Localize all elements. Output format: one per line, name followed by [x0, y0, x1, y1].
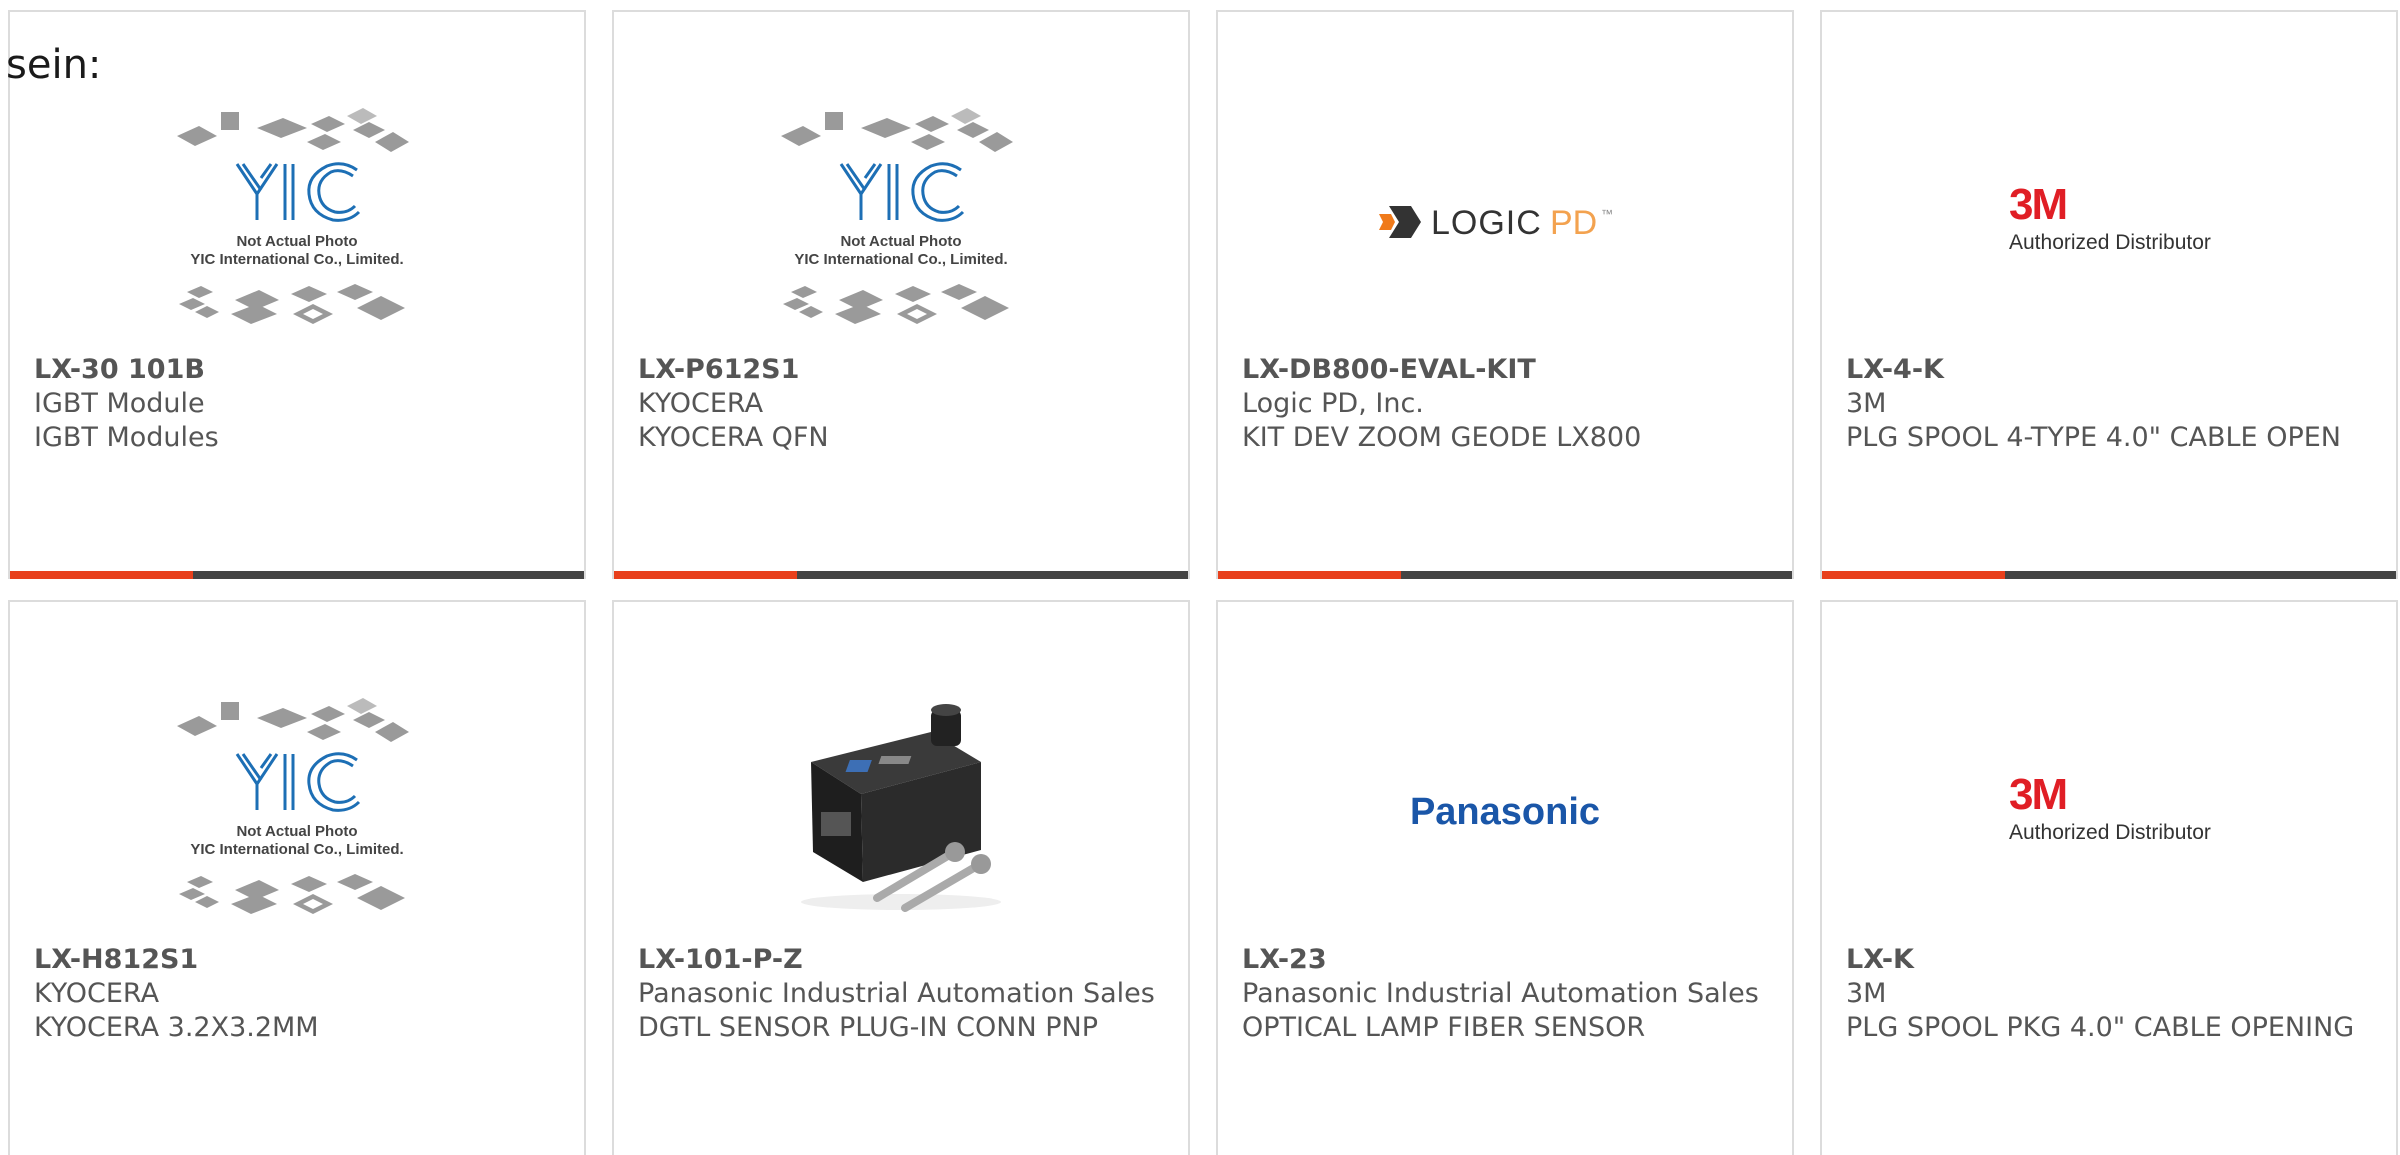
description: PLG SPOOL PKG 4.0" CABLE OPENING — [1846, 1012, 2355, 1043]
part-number[interactable]: LX-4-K — [1846, 353, 2372, 387]
product-card[interactable]: Not Actual Photo YIC International Co., … — [8, 10, 586, 579]
authorized-distributor-text: Authorized Distributor — [2009, 231, 2211, 254]
card-accent-bar — [10, 571, 193, 579]
manufacturer: 3M — [1846, 978, 1887, 1009]
image-caption-line2: YIC International Co., Limited. — [190, 841, 403, 858]
card-accent-bar — [614, 571, 797, 579]
manufacturer-logo-image[interactable]: 3M Authorized Distributor — [1822, 682, 2396, 942]
image-caption-line2: YIC International Co., Limited. — [190, 251, 403, 268]
card-accent-bar — [1218, 571, 1401, 579]
product-card[interactable]: LX-101-P-Z Panasonic Industrial Automati… — [612, 600, 1190, 1155]
manufacturer: 3M — [1846, 388, 1887, 419]
authorized-distributor-text: Authorized Distributor — [2009, 821, 2211, 844]
description: KYOCERA QFN — [638, 422, 829, 453]
description: OPTICAL LAMP FIBER SENSOR — [1242, 1012, 1646, 1043]
3m-logo-text: 3M — [2009, 770, 2066, 819]
product-image-placeholder[interactable]: Not Actual Photo YIC International Co., … — [614, 92, 1188, 352]
product-photo[interactable] — [614, 682, 1188, 942]
image-caption-line1: Not Actual Photo — [236, 233, 357, 250]
product-card[interactable]: Panasonic LX-23 Panasonic Industrial Aut… — [1216, 600, 1794, 1155]
manufacturer: Panasonic Industrial Automation Sales — [1242, 978, 1759, 1009]
card-bottom-bar — [1822, 571, 2396, 579]
product-card[interactable]: LOGIC PD ™ LX-DB800-EVAL-KIT Logic PD, I… — [1216, 10, 1794, 579]
logo-text-pd: PD — [1550, 204, 1597, 242]
description: IGBT Modules — [34, 422, 219, 453]
image-caption-line1: Not Actual Photo — [236, 823, 357, 840]
manufacturer-logo-image[interactable]: 3M Authorized Distributor — [1822, 92, 2396, 352]
stray-text: sein: — [6, 42, 102, 88]
part-number[interactable]: LX-30 101B — [34, 353, 560, 387]
manufacturer: Logic PD, Inc. — [1242, 388, 1424, 419]
manufacturer: KYOCERA — [638, 388, 764, 419]
part-number[interactable]: LX-101-P-Z — [638, 943, 1164, 977]
part-number[interactable]: LX-K — [1846, 943, 2372, 977]
description: KIT DEV ZOOM GEODE LX800 — [1242, 422, 1642, 453]
part-number[interactable]: LX-P612S1 — [638, 353, 1164, 387]
image-caption-line1: Not Actual Photo — [840, 233, 961, 250]
manufacturer: Panasonic Industrial Automation Sales — [638, 978, 1155, 1009]
card-accent-bar — [1822, 571, 2005, 579]
logo-trademark: ™ — [1601, 207, 1613, 221]
product-card[interactable]: 3M Authorized Distributor LX-4-K 3M PLG … — [1820, 10, 2398, 579]
part-number[interactable]: LX-H812S1 — [34, 943, 560, 977]
image-caption-line2: YIC International Co., Limited. — [794, 251, 1007, 268]
product-image-placeholder[interactable]: Not Actual Photo YIC International Co., … — [10, 92, 584, 352]
manufacturer-logo-image[interactable]: LOGIC PD ™ — [1218, 92, 1792, 352]
card-bottom-bar — [1218, 571, 1792, 579]
panasonic-logo-text: Panasonic — [1410, 791, 1600, 833]
part-number[interactable]: LX-DB800-EVAL-KIT — [1242, 353, 1768, 387]
manufacturer-logo-image[interactable]: Panasonic — [1218, 682, 1792, 942]
product-card[interactable]: Not Actual Photo YIC International Co., … — [8, 600, 586, 1155]
card-bottom-bar — [10, 571, 584, 579]
logo-text-logic: LOGIC — [1431, 204, 1542, 242]
product-card[interactable]: 3M Authorized Distributor LX-K 3M PLG SP… — [1820, 600, 2398, 1155]
description: KYOCERA 3.2X3.2MM — [34, 1012, 319, 1043]
description: DGTL SENSOR PLUG-IN CONN PNP — [638, 1012, 1098, 1043]
3m-logo-text: 3M — [2009, 180, 2066, 229]
description: PLG SPOOL 4-TYPE 4.0" CABLE OPEN — [1846, 422, 2341, 453]
product-card[interactable]: Not Actual Photo YIC International Co., … — [612, 10, 1190, 579]
manufacturer: KYOCERA — [34, 978, 160, 1009]
manufacturer: IGBT Module — [34, 388, 205, 419]
card-bottom-bar — [614, 571, 1188, 579]
part-number[interactable]: LX-23 — [1242, 943, 1768, 977]
product-image-placeholder[interactable]: Not Actual Photo YIC International Co., … — [10, 682, 584, 942]
